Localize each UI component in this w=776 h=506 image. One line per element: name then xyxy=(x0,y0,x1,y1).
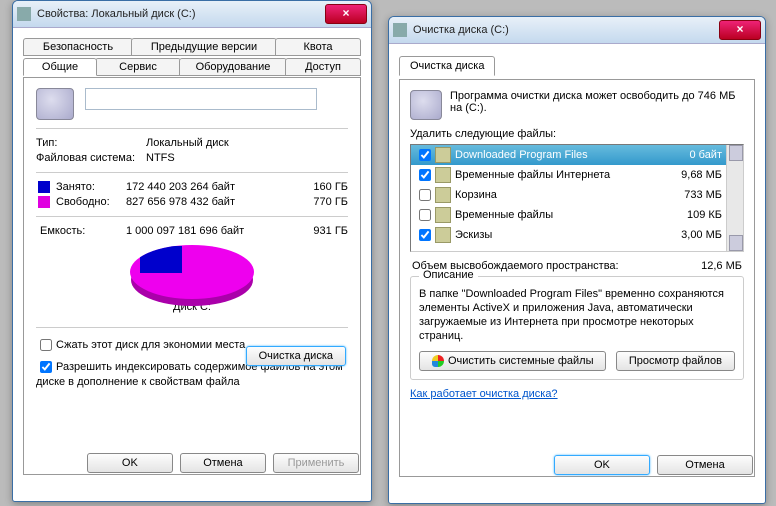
used-swatch xyxy=(38,181,50,193)
folder-icon xyxy=(435,187,451,203)
item-size: 3,00 МБ xyxy=(664,229,722,241)
list-item[interactable]: Эскизы3,00 МБ xyxy=(411,225,726,245)
ok-button[interactable]: OK xyxy=(87,453,173,473)
item-name: Эскизы xyxy=(455,229,664,241)
item-name: Downloaded Program Files xyxy=(455,149,664,161)
pie-label: Диск C: xyxy=(36,301,348,313)
free-label: Свободно: xyxy=(56,196,126,208)
window-title: Свойства: Локальный диск (C:) xyxy=(37,8,196,20)
volume-label-input[interactable] xyxy=(85,88,317,110)
item-size: 733 МБ xyxy=(664,189,722,201)
intro-text: Программа очистки диска может освободить… xyxy=(450,90,744,120)
description-group: Описание В папке "Downloaded Program Fil… xyxy=(410,276,744,380)
tab-security[interactable]: Безопасность xyxy=(23,38,133,56)
cancel-button[interactable]: Отмена xyxy=(180,453,266,473)
drive-large-icon xyxy=(36,88,74,120)
cancel-button[interactable]: Отмена xyxy=(657,455,753,475)
folder-icon xyxy=(435,207,451,223)
ok-button[interactable]: OK xyxy=(554,455,650,475)
fs-value: NTFS xyxy=(146,152,175,164)
disk-cleanup-button[interactable]: Очистка диска xyxy=(246,346,346,366)
tab-hardware[interactable]: Оборудование xyxy=(179,58,287,76)
description-title: Описание xyxy=(419,269,478,281)
description-text: В папке "Downloaded Program Files" време… xyxy=(419,287,735,343)
delete-label: Удалить следующие файлы: xyxy=(410,128,744,140)
free-bytes: 827 656 978 432 байт xyxy=(126,196,298,208)
item-size: 109 КБ xyxy=(664,209,722,221)
clean-system-button[interactable]: Очистить системные файлы xyxy=(419,351,606,371)
list-item[interactable]: Временные файлы109 КБ xyxy=(411,205,726,225)
free-gb: 770 ГБ xyxy=(298,196,348,208)
list-item[interactable]: Корзина733 МБ xyxy=(411,185,726,205)
dialog-buttons: OK Отмена Применить xyxy=(83,453,359,473)
tab-quota[interactable]: Квота xyxy=(275,38,361,56)
titlebar[interactable]: Очистка диска (C:) × xyxy=(389,17,765,44)
list-checkbox[interactable] xyxy=(419,189,431,201)
used-label: Занято: xyxy=(56,181,126,193)
dialog-buttons: OK Отмена xyxy=(550,455,753,475)
free-swatch xyxy=(38,196,50,208)
folder-icon xyxy=(435,227,451,243)
list-item[interactable]: Downloaded Program Files0 байт xyxy=(411,145,726,165)
item-size: 9,68 МБ xyxy=(664,169,722,181)
item-name: Корзина xyxy=(455,189,664,201)
item-size: 0 байт xyxy=(664,149,722,161)
compress-label: Сжать этот диск для экономии места xyxy=(56,339,245,351)
tab-strip: Безопасность Предыдущие версии Квота Общ… xyxy=(23,38,361,78)
item-name: Временные файлы Интернета xyxy=(455,169,664,181)
titlebar[interactable]: Свойства: Локальный диск (C:) × xyxy=(13,1,371,28)
close-icon[interactable]: × xyxy=(719,20,761,40)
capacity-label: Емкость: xyxy=(40,225,126,237)
list-checkbox[interactable] xyxy=(419,229,431,241)
type-value: Локальный диск xyxy=(146,137,229,149)
list-checkbox[interactable] xyxy=(419,169,431,181)
capacity-gb: 931 ГБ xyxy=(298,225,348,237)
type-label: Тип: xyxy=(36,137,146,149)
view-files-button[interactable]: Просмотр файлов xyxy=(616,351,735,371)
capacity-bytes: 1 000 097 181 696 байт xyxy=(126,225,298,237)
shield-icon xyxy=(432,355,444,367)
folder-icon xyxy=(435,167,451,183)
clean-system-label: Очистить системные файлы xyxy=(448,355,593,367)
fs-label: Файловая система: xyxy=(36,152,146,164)
usage-pie-chart xyxy=(130,245,254,299)
tab-general[interactable]: Общие xyxy=(23,58,97,76)
list-checkbox[interactable] xyxy=(419,209,431,221)
item-name: Временные файлы xyxy=(455,209,664,221)
tab-prev-versions[interactable]: Предыдущие версии xyxy=(131,38,277,56)
folder-icon xyxy=(435,147,451,163)
file-list: Downloaded Program Files0 байтВременные … xyxy=(410,144,744,252)
freed-value: 12,6 МБ xyxy=(701,260,742,272)
list-item[interactable]: Временные файлы Интернета9,68 МБ xyxy=(411,165,726,185)
list-checkbox[interactable] xyxy=(419,149,431,161)
tab-tools[interactable]: Сервис xyxy=(95,58,181,76)
apply-button[interactable]: Применить xyxy=(273,453,359,473)
window-title: Очистка диска (C:) xyxy=(413,24,509,36)
compress-checkbox[interactable] xyxy=(40,339,52,351)
tab-cleanup[interactable]: Очистка диска xyxy=(399,56,495,76)
cleanup-icon xyxy=(393,23,407,37)
index-checkbox[interactable] xyxy=(40,361,52,373)
scrollbar[interactable] xyxy=(726,145,743,251)
disk-cleanup-dialog: Очистка диска (C:) × Очистка диска Прогр… xyxy=(388,16,766,504)
close-icon[interactable]: × xyxy=(325,4,367,24)
cleanup-large-icon xyxy=(410,90,442,120)
used-gb: 160 ГБ xyxy=(298,181,348,193)
used-bytes: 172 440 203 264 байт xyxy=(126,181,298,193)
drive-icon xyxy=(17,7,31,21)
how-link[interactable]: Как работает очистка диска? xyxy=(410,388,558,400)
tab-sharing[interactable]: Доступ xyxy=(285,58,361,76)
tab-sheet: Программа очистки диска может освободить… xyxy=(399,79,755,477)
properties-dialog: Свойства: Локальный диск (C:) × Безопасн… xyxy=(12,0,372,502)
tab-sheet: Тип:Локальный диск Файловая система:NTFS… xyxy=(23,77,361,475)
